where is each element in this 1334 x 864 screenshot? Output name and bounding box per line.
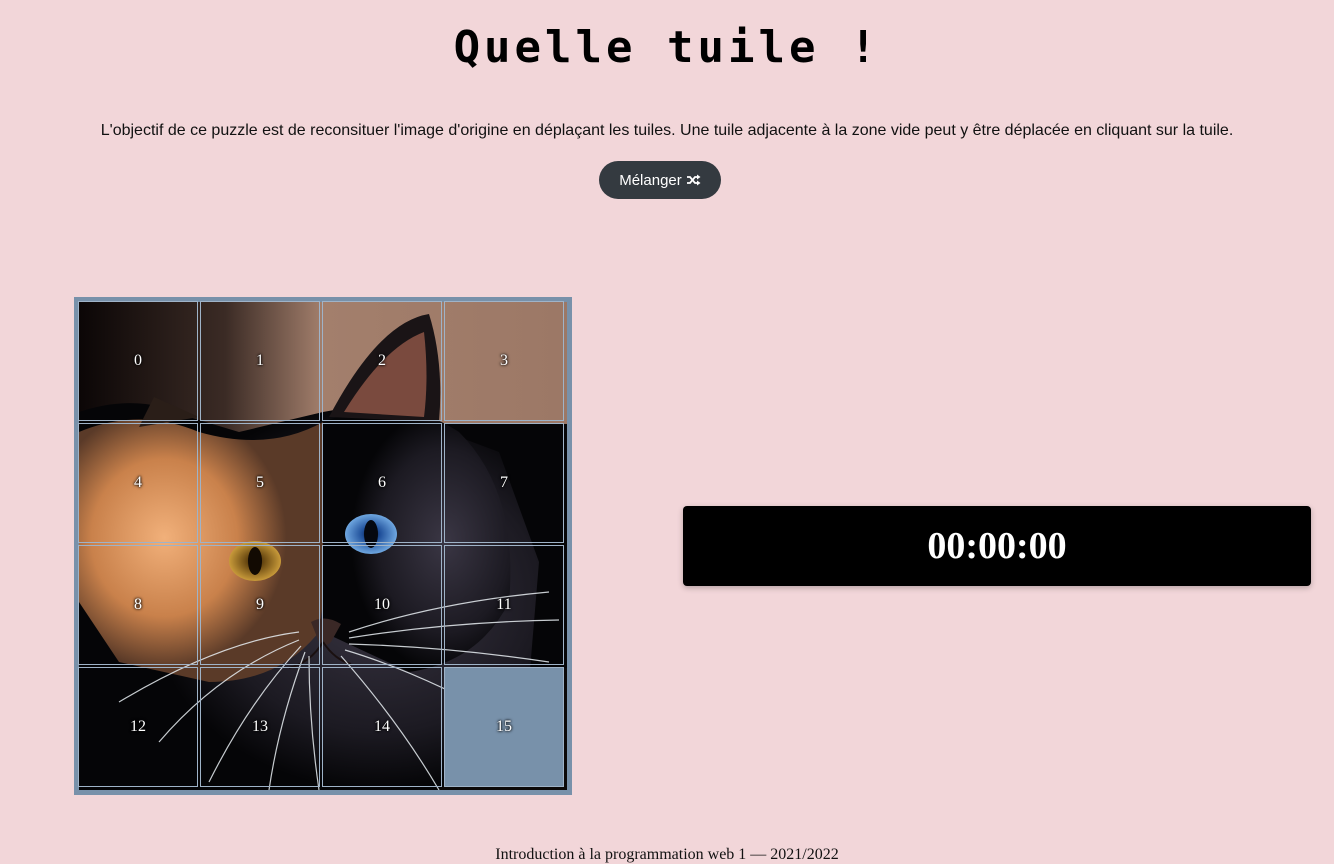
tile-number: 9 — [256, 596, 264, 613]
tile-number: 3 — [500, 352, 508, 369]
empty-tile[interactable]: 15 — [444, 667, 564, 787]
shuffle-icon — [686, 174, 701, 186]
puzzle-tile[interactable]: 5 — [200, 423, 320, 543]
puzzle-tile[interactable]: 14 — [322, 667, 442, 787]
puzzle-tile[interactable]: 10 — [322, 545, 442, 665]
page-title: Quelle tuile ! — [453, 22, 881, 73]
tile-number: 1 — [256, 352, 264, 369]
puzzle-tile[interactable]: 3 — [444, 301, 564, 421]
puzzle-tile[interactable]: 0 — [78, 301, 198, 421]
tile-number: 0 — [134, 352, 142, 369]
shuffle-button[interactable]: Mélanger — [599, 161, 721, 199]
timer-value: 00:00:00 — [927, 525, 1067, 567]
tile-number: 12 — [130, 718, 146, 735]
tile-number: 6 — [378, 474, 386, 491]
puzzle-tile[interactable]: 8 — [78, 545, 198, 665]
puzzle-tile[interactable]: 11 — [444, 545, 564, 665]
tile-number: 2 — [378, 352, 386, 369]
tile-number: 10 — [374, 596, 390, 613]
puzzle-board: 0 1 2 3 4 5 6 7 8 9 10 11 12 13 14 15 — [74, 297, 572, 795]
tile-number: 11 — [496, 596, 512, 613]
timer-display: 00:00:00 — [683, 506, 1311, 586]
puzzle-tile[interactable]: 1 — [200, 301, 320, 421]
tile-number: 14 — [374, 718, 390, 735]
puzzle-tile[interactable]: 2 — [322, 301, 442, 421]
tile-number: 13 — [252, 718, 268, 735]
shuffle-button-label: Mélanger — [619, 171, 682, 189]
puzzle-tile[interactable]: 9 — [200, 545, 320, 665]
puzzle-tile[interactable]: 12 — [78, 667, 198, 787]
puzzle-tile[interactable]: 6 — [322, 423, 442, 543]
tile-number: 15 — [496, 718, 512, 735]
tile-number: 5 — [256, 474, 264, 491]
instructions-text: L'objectif de ce puzzle est de reconsitu… — [100, 122, 1234, 139]
puzzle-tile[interactable]: 7 — [444, 423, 564, 543]
tile-number: 8 — [134, 596, 142, 613]
tile-number: 7 — [500, 474, 508, 491]
puzzle-tile[interactable]: 4 — [78, 423, 198, 543]
tile-number: 4 — [134, 474, 142, 491]
puzzle-tile[interactable]: 13 — [200, 667, 320, 787]
footer-text: Introduction à la programmation web 1 — … — [495, 846, 839, 863]
